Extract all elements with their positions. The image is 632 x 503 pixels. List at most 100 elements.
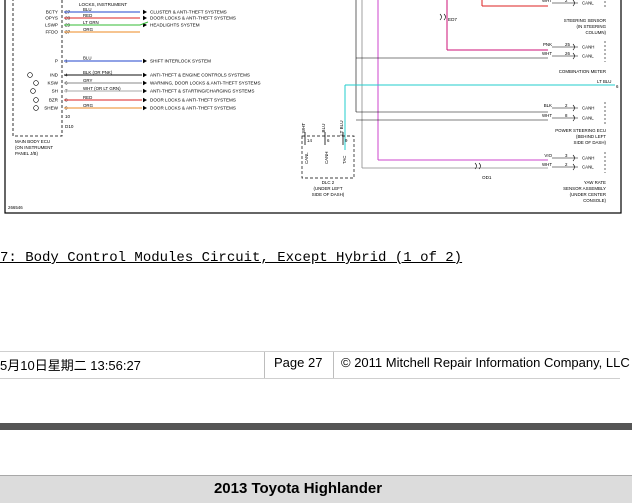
wire-destination: DOOR LOCKS & ANTI-THEFT SYSTEMS: [150, 16, 236, 21]
pin-label: SH: [52, 89, 58, 94]
arrow-icon: [143, 88, 147, 94]
component-label: (IN STEERING: [576, 24, 606, 29]
pin-number: 26: [565, 51, 570, 56]
arrow-icon: [143, 15, 147, 21]
footer-datetime: 5月10日星期二 13:56:27: [0, 358, 141, 373]
wire-destination: SHIFT INTERLOCK SYSTEM: [150, 59, 211, 64]
wire-color-label: BLU: [321, 124, 326, 133]
arrow-icon: [143, 72, 147, 78]
wire-destination: ANTI-THEFT & ENGINE CONTROLS SYSTEMS: [150, 73, 250, 78]
pin-number: 2: [565, 103, 568, 108]
pin-number: 25: [565, 42, 570, 47]
pin-label: BCTY: [46, 10, 58, 15]
footer-copyright: © 2011 Mitchell Repair Information Compa…: [341, 355, 630, 370]
component-pin-name: CANH: [582, 156, 594, 161]
pin-number: 8: [565, 113, 568, 118]
wire-color-label: WHT (OR LT GRN): [83, 86, 121, 91]
component-pin-name: CANH: [582, 106, 594, 111]
wire-destination: HEADLIGHTS SYSTEM: [150, 23, 200, 28]
component-pin-name: CANH: [582, 45, 594, 50]
dlc-pin-name: CANH: [324, 152, 329, 164]
footer-info-row: 5月10日星期二 13:56:27 Page 27 © 2011 Mitchel…: [0, 352, 632, 378]
connector-circle-icon: [30, 88, 36, 94]
component-label: CONSOLE): [583, 198, 606, 203]
wire-color-label: RED: [83, 13, 92, 18]
wire-color-label: GRY: [83, 78, 93, 83]
wire-destination: DOOR LOCKS & ANTI-THEFT SYSTEMS: [150, 98, 236, 103]
pin-label: BZR: [49, 98, 59, 103]
wire-color-label: RED: [83, 95, 92, 100]
component-label: YAW RATE: [584, 180, 606, 185]
pin-label: LSWP: [45, 23, 58, 28]
component-label: (BEHIND LEFT: [576, 134, 606, 139]
vehicle-header-bar: 2013 Toyota Highlander: [0, 475, 632, 503]
wire-color-label: WHT: [542, 51, 552, 56]
dlc-label: SIDE OF DASH): [312, 192, 345, 197]
arrow-icon: [143, 80, 147, 86]
figure-id: 266546: [8, 205, 23, 210]
dlc-label: (UNDER LEFT: [313, 186, 342, 191]
pin-number: 2: [565, 162, 568, 167]
arrow-icon: [143, 105, 147, 111]
figure-caption: 7: Body Control Modules Circuit, Except …: [0, 250, 463, 266]
wire-destination: CLUSTER & ANTI-THEFT SYSTEMS: [150, 10, 227, 15]
wire-color-label: WHT: [542, 0, 552, 3]
wire-color-label: PNK: [543, 42, 552, 47]
component-label: COLUMN): [586, 30, 607, 35]
pin-number: 3: [565, 153, 568, 158]
wire-color-label: WHT: [301, 123, 306, 134]
pin-number: D10: [65, 124, 74, 129]
arrow-icon: [143, 97, 147, 103]
wire-color-label: VIO: [544, 153, 552, 158]
component-pin-name: CANL: [582, 165, 594, 170]
wire-color-label: BLK (OR PNK): [83, 70, 113, 75]
footer-divider: [333, 352, 334, 378]
pin-number: 6: [616, 84, 619, 89]
component-label: (UNDER CENTER: [570, 192, 606, 197]
wire-color-label: LT GRN: [83, 20, 99, 25]
connector-circle-icon: [33, 105, 39, 111]
pin-label: SHEW: [44, 106, 58, 111]
ecu-label: PANEL J/B): [15, 151, 38, 156]
connector-circle-icon: [33, 80, 39, 86]
footer-bottom-rule: [0, 378, 620, 379]
wire-color-label: WHT: [542, 113, 552, 118]
wire-color-label: BLU: [83, 7, 92, 12]
wire-destination: WARNING, DOOR LOCKS & ANTI-THEFT SYSTEMS: [150, 81, 261, 86]
pin-number: 14: [307, 138, 312, 143]
pin-number: 10: [65, 114, 71, 119]
pin-number: 9: [345, 138, 348, 143]
component-label: SIDE OF DASH): [574, 140, 607, 145]
wire-color-label: BLU: [83, 56, 92, 61]
connector-circle-icon: [33, 97, 39, 103]
wiring-diagram: LOCKS, INSTRUMENT BCTY 27 BLU CLUSTER & ANTI…: [0, 0, 632, 216]
dlc-pin-name: TAC: [342, 156, 347, 164]
wire-color-label: BLK: [544, 103, 552, 108]
component-label: SENSOR ASSEMBLY: [563, 186, 606, 191]
arrow-icon: [143, 9, 147, 15]
pin-label: P: [55, 59, 58, 64]
pin-label: KSW: [48, 81, 59, 86]
page-separator-band: [0, 423, 632, 430]
connector-circle-icon: [27, 72, 33, 78]
arrow-icon: [143, 58, 147, 64]
component-pin-name: CANL: [582, 1, 594, 6]
ecu-label: (ON INSTRUMENT: [15, 145, 53, 150]
component-label: POWER STEERING ECU: [555, 128, 606, 133]
wire-destination: ANTI-THEFT & STARTING/CHARGING SYSTEMS: [150, 89, 254, 94]
pin-number: 2: [565, 0, 568, 3]
connector-label: ED7: [448, 17, 457, 22]
ecu-label: MAIN BODY ECU: [15, 139, 50, 144]
wire-destination: DOOR LOCKS & ANTI-THEFT SYSTEMS: [150, 106, 236, 111]
pin-label: IND: [50, 73, 59, 78]
footer-divider: [264, 352, 265, 378]
pin-number: 6: [327, 138, 330, 143]
pin-label: OPYS: [45, 16, 58, 21]
wire-color-label: ORG: [83, 27, 94, 32]
wire-color-label: LT BLU: [597, 79, 611, 84]
component-label: COMBINATION METER: [559, 69, 606, 74]
diagram-content: LOCKS, INSTRUMENTBCTY 27 BLU CLUSTER & ANTI…: [8, 0, 619, 210]
pin-label: FFDO: [45, 30, 58, 35]
connector-label: OD1: [482, 175, 492, 180]
component-label: STEERING SENSOR: [564, 18, 606, 23]
